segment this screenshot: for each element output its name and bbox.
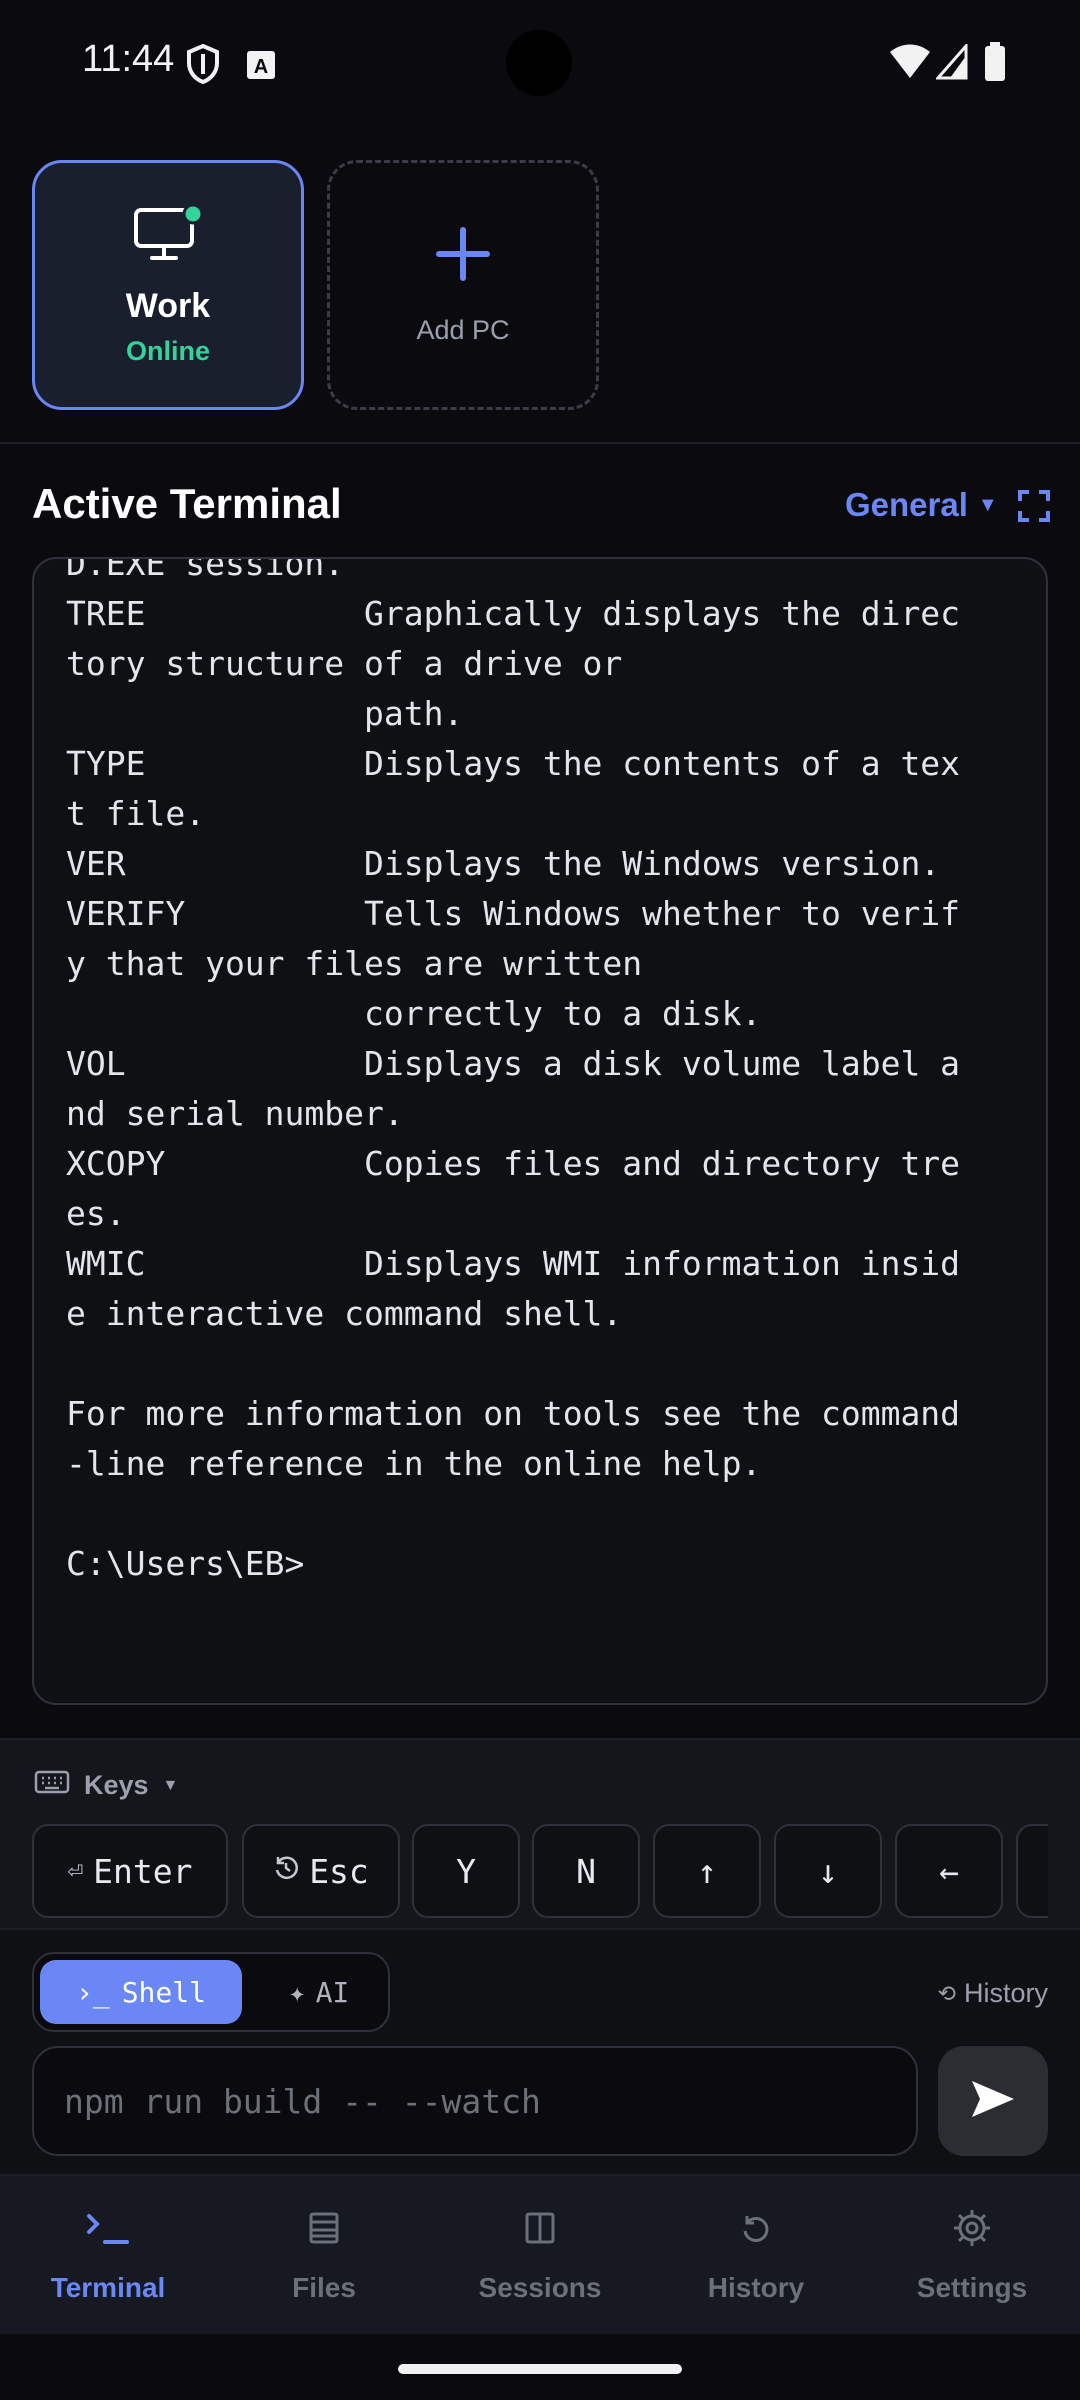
key-y[interactable]: Y (412, 1824, 520, 1918)
prompt-icon: ›_ (75, 1975, 110, 2009)
key-label: Y (456, 1851, 476, 1891)
pc-card-work[interactable]: Work Online (32, 160, 304, 410)
mode-ai-button[interactable]: ✦ AI (264, 1960, 374, 2024)
history-link-label: History (963, 1978, 1048, 2008)
font-icon: A (246, 50, 276, 85)
terminal-icon (83, 2198, 133, 2258)
input-panel: ›_ Shell ✦ AI ⟲ History (0, 1928, 1080, 2174)
terminal-view[interactable]: D.EXE session. TREE Graphically displays… (32, 557, 1048, 1705)
key-label: N (576, 1851, 596, 1891)
monitor-icon (132, 203, 204, 269)
nav-label: Terminal (50, 2272, 166, 2303)
key-label: ← (939, 1851, 959, 1891)
key-arrow-up[interactable]: ↑ (653, 1824, 761, 1918)
history-icon: ⟲ (937, 1980, 956, 2006)
battery-icon (984, 42, 1006, 87)
status-time: 11:44 (82, 38, 175, 80)
key-label: Enter (93, 1851, 193, 1891)
key-enter[interactable]: ⏎ Enter (32, 1824, 228, 1918)
send-button[interactable] (938, 2046, 1048, 2156)
keyboard-icon (34, 1770, 70, 1801)
nav-settings[interactable]: Settings (864, 2198, 1080, 2304)
add-pc-button[interactable]: Add PC (327, 160, 599, 410)
send-icon (970, 2079, 1016, 2124)
add-pc-label: Add PC (416, 315, 510, 345)
nav-label: Settings (916, 2272, 1028, 2303)
signal-icon (934, 42, 968, 85)
files-icon (308, 2198, 340, 2258)
nav-label: Sessions (478, 2272, 602, 2303)
caret-down-icon: ▼ (977, 493, 998, 516)
pc-selector: Work Online Add PC (32, 160, 1048, 410)
nav-terminal[interactable]: Terminal (0, 2198, 216, 2304)
bottom-nav: Terminal Files Sessions History Settings (0, 2174, 1080, 2334)
history-button[interactable]: ⟲ History (938, 1978, 1048, 2009)
home-indicator[interactable] (398, 2364, 682, 2374)
nav-label: Files (292, 2272, 356, 2303)
profile-dropdown[interactable]: General ▼ (845, 486, 998, 524)
sessions-icon (524, 2198, 556, 2258)
keys-panel: Keys ▼ ⏎ Enter Esc Y N ↑ ↓ ← (0, 1738, 1080, 1928)
keys-toggle[interactable]: Keys ▼ (34, 1770, 178, 1801)
nav-sessions[interactable]: Sessions (432, 2198, 648, 2304)
nav-label: History (707, 2272, 805, 2303)
wifi-icon (890, 44, 930, 85)
svg-text:A: A (254, 56, 268, 78)
key-n[interactable]: N (532, 1824, 640, 1918)
fullscreen-icon[interactable] (1018, 490, 1050, 522)
nav-files[interactable]: Files (216, 2198, 432, 2304)
key-label: ↓ (818, 1851, 838, 1891)
profile-label: General (845, 486, 968, 523)
command-input[interactable] (32, 2046, 918, 2156)
mode-shell-button[interactable]: ›_ Shell (40, 1960, 242, 2024)
mode-ai-label: AI (315, 1975, 350, 2009)
nav-history[interactable]: History (648, 2198, 864, 2304)
pc-name: Work (125, 286, 211, 325)
quick-keys-row: ⏎ Enter Esc Y N ↑ ↓ ← (32, 1824, 1048, 1920)
escape-icon (273, 1855, 299, 1888)
history-icon (739, 2198, 773, 2258)
key-partial[interactable] (1016, 1824, 1048, 1918)
status-bar: 11:44 A (0, 0, 1080, 128)
camera-cutout (506, 30, 572, 96)
key-label: ↑ (697, 1851, 717, 1891)
divider (0, 442, 1080, 444)
mode-shell-label: Shell (121, 1975, 206, 2009)
sparkle-icon: ✦ (288, 1975, 306, 2009)
key-arrow-left[interactable]: ← (895, 1824, 1003, 1918)
key-label: Esc (309, 1851, 369, 1891)
keys-header-label: Keys (84, 1770, 149, 1800)
terminal-output: D.EXE session. TREE Graphically displays… (66, 557, 961, 1583)
mode-toggle: ›_ Shell ✦ AI (32, 1952, 390, 2032)
plus-icon (433, 224, 493, 289)
key-esc[interactable]: Esc (242, 1824, 400, 1918)
caret-down-icon: ▼ (162, 1776, 179, 1794)
settings-icon (952, 2198, 992, 2258)
terminal-title: Active Terminal (32, 480, 342, 527)
pc-status: Online (125, 335, 210, 366)
shield-icon (186, 43, 220, 89)
key-arrow-down[interactable]: ↓ (774, 1824, 882, 1918)
return-icon: ⏎ (67, 1856, 84, 1886)
